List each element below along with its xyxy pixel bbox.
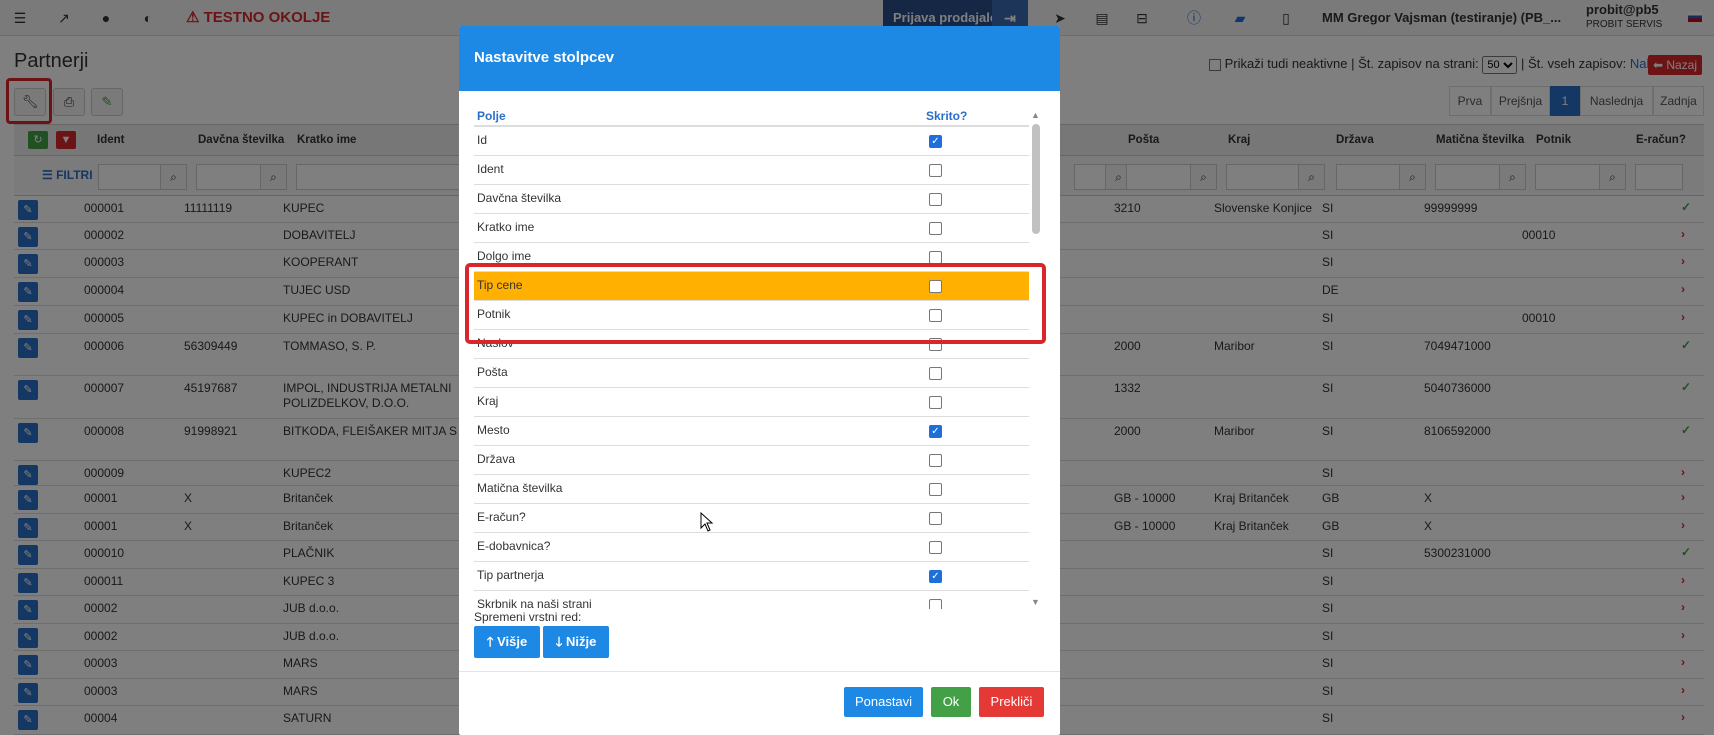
reset-button[interactable]: Ponastavi [844,687,923,717]
field-row[interactable]: E-dobavnica? [474,533,1029,562]
field-row[interactable]: Davčna številka [474,185,1029,214]
hidden-checkbox[interactable] [929,222,942,235]
mouse-cursor-icon [700,512,714,532]
hidden-checkbox[interactable] [929,164,942,177]
field-label: Tip partnerja [477,568,544,582]
cancel-button[interactable]: Prekliči [979,687,1044,717]
hidden-checkbox[interactable]: ✓ [929,425,942,438]
hidden-checkbox[interactable] [929,367,942,380]
field-row[interactable]: E-račun? [474,504,1029,533]
scrollbar-thumb[interactable] [1032,124,1040,234]
hidden-checkbox[interactable] [929,483,942,496]
field-label: Id [477,133,488,147]
hidden-column-header: Skrito? [926,109,968,123]
ok-button[interactable]: Ok [931,687,971,717]
annotation-highlight [465,263,1046,344]
dialog-footer-divider [459,671,1060,672]
field-row[interactable]: Matična številka [474,475,1029,504]
scroll-down-icon[interactable]: ▼ [1031,597,1040,607]
hidden-checkbox[interactable] [929,396,942,409]
field-label: E-dobavnica? [477,539,551,553]
move-down-button[interactable]: 🡓 Nižje [543,626,609,658]
field-label: Davčna številka [477,191,562,205]
field-label: Država [477,452,516,466]
field-label: Kratko ime [477,220,535,234]
field-row[interactable]: Država [474,446,1029,475]
move-up-button[interactable]: 🡑 Višje [474,626,540,658]
field-label: Pošta [477,365,508,379]
hidden-checkbox[interactable] [929,454,942,467]
column-settings-dialog: Nastavitve stolpcev Polje Skrito? Id ✓ Ide… [459,26,1060,735]
field-label: Dolgo ime [477,249,532,263]
field-list: Id ✓ Ident Davčna številka Kratko ime Dolgo i… [474,125,1029,609]
field-row[interactable]: Tip partnerja ✓ [474,562,1029,591]
field-row[interactable]: Pošta [474,359,1029,388]
field-row[interactable]: Kraj [474,388,1029,417]
arrow-down-icon: 🡓 [555,634,563,649]
hidden-checkbox[interactable] [929,541,942,554]
field-row[interactable]: Skrbnik na naši strani [474,591,1029,609]
scroll-up-icon[interactable]: ▲ [1031,110,1040,120]
field-label: Mesto [477,423,510,437]
field-column-header: Polje [477,109,506,123]
field-row[interactable]: Mesto ✓ [474,417,1029,446]
hidden-checkbox[interactable] [929,599,942,609]
field-label: Matična številka [477,481,563,495]
field-label: Kraj [477,394,499,408]
hidden-checkbox[interactable] [929,193,942,206]
field-label: Ident [477,162,504,176]
hidden-checkbox[interactable] [929,512,942,525]
field-row[interactable]: Ident [474,156,1029,185]
field-row[interactable]: Id ✓ [474,127,1029,156]
field-label: Skrbnik na naši strani [477,597,592,609]
field-row[interactable]: Kratko ime [474,214,1029,243]
dialog-title: Nastavitve stolpcev [459,26,1060,91]
field-label: E-račun? [477,510,526,524]
hidden-checkbox[interactable]: ✓ [929,570,942,583]
order-label: Spremeni vrstni red: [474,610,582,624]
hidden-checkbox[interactable]: ✓ [929,135,942,148]
arrow-up-icon: 🡑 [486,634,494,649]
